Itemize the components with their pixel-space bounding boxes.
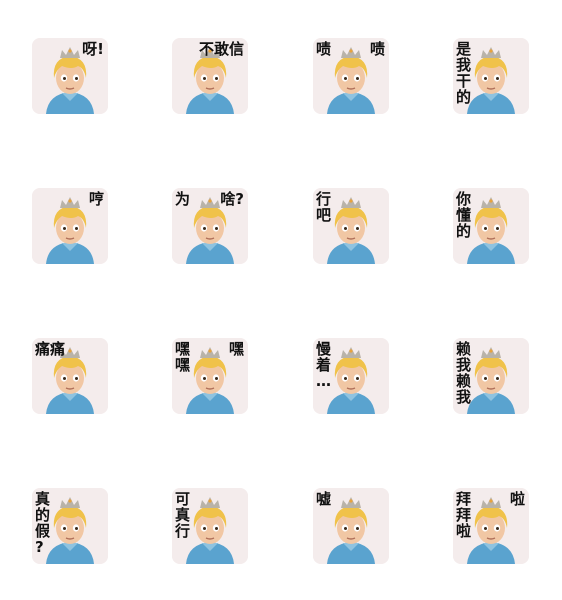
sticker-tile[interactable]: 痛痛 — [32, 338, 108, 414]
sticker-tile[interactable]: 真 的 假 ? — [32, 488, 108, 564]
sticker-tile[interactable]: 行 吧 — [313, 188, 389, 264]
sticker-caption: 啧 — [369, 40, 385, 58]
sticker-caption: 啧 — [316, 40, 332, 58]
sticker-caption: 行 吧 — [316, 190, 332, 224]
sticker-tile[interactable]: 赖 我 赖 我 — [453, 338, 529, 414]
sticker-tile[interactable]: 可 真 行 — [172, 488, 248, 564]
sticker-caption: 哼 — [88, 190, 104, 208]
sticker-caption: 嘘 — [316, 490, 332, 508]
sticker-caption: 嘿 嘿 — [175, 340, 191, 374]
sticker-tile[interactable]: 你 懂 的 — [453, 188, 529, 264]
sticker-tile[interactable]: 不敢信 — [172, 38, 248, 114]
sticker-tile[interactable]: 嘘 — [313, 488, 389, 564]
sticker-tile[interactable]: 哼 — [32, 188, 108, 264]
sticker-grid: 呀! 不敢信 啧啧 是 我 干 的 哼 为 啥? 行 吧 你 懂 的 痛痛 嘿 … — [0, 0, 562, 600]
sticker-tile[interactable]: 啧啧 — [313, 38, 389, 114]
sticker-caption: 嘿 — [228, 340, 244, 358]
sticker-caption: 为 — [175, 190, 191, 208]
sticker-caption: 慢 着 … — [316, 340, 332, 390]
sticker-caption: 不敢信 — [198, 40, 244, 58]
sticker-caption: 痛痛 — [35, 340, 66, 358]
sticker-caption: 真 的 假 ? — [35, 490, 51, 556]
sticker-tile[interactable]: 为 啥? — [172, 188, 248, 264]
sticker-caption: 是 我 干 的 — [456, 40, 472, 106]
sticker-tile[interactable]: 拜 拜 啦啦 — [453, 488, 529, 564]
sticker-tile[interactable]: 慢 着 … — [313, 338, 389, 414]
sticker-caption: 赖 我 赖 我 — [456, 340, 472, 406]
sticker-caption: 呀! — [82, 40, 104, 58]
sticker-tile[interactable]: 嘿 嘿嘿 — [172, 338, 248, 414]
sticker-caption: 啥? — [220, 190, 244, 208]
sticker-caption: 拜 拜 啦 — [456, 490, 472, 540]
sticker-caption: 啦 — [509, 490, 525, 508]
sticker-tile[interactable]: 呀! — [32, 38, 108, 114]
sticker-tile[interactable]: 是 我 干 的 — [453, 38, 529, 114]
sticker-caption: 你 懂 的 — [456, 190, 472, 240]
sticker-caption: 可 真 行 — [175, 490, 191, 540]
